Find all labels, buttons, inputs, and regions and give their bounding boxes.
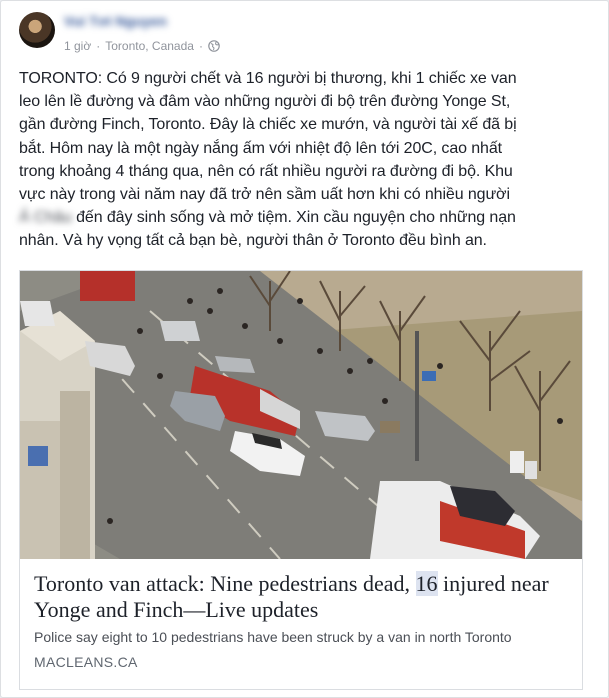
post-text-line: nhân. Và hy vọng tất cả bạn bè, người th…	[19, 232, 487, 250]
post-text-line: vực này trong vài năm nay đã trở nên sầm…	[19, 186, 510, 204]
post-meta: 1 giờ · Toronto, Canada ·	[64, 39, 220, 53]
author-name[interactable]: Vui Tơi Nguyen	[64, 13, 167, 29]
blurred-word: Á́ Châu	[19, 209, 72, 227]
post-text-line: leo lên lề đường và đâm vào những người …	[19, 93, 511, 111]
link-image[interactable]	[20, 271, 582, 559]
post-text-line: bắt. Hôm nay là một ngày nắng ấm với nhi…	[19, 139, 503, 157]
link-preview[interactable]: Toronto van attack: Nine pedestrians dea…	[19, 270, 583, 690]
post-text-line: Á́ Châu đến đây sinh sống và mở tiệm. Xi…	[19, 209, 516, 227]
post-header: Vui Tơi Nguyen 1 giờ · Toronto, Canada ·	[19, 12, 579, 56]
link-title[interactable]: Toronto van attack: Nine pedestrians dea…	[34, 571, 564, 623]
post-card: Vui Tơi Nguyen 1 giờ · Toronto, Canada ·…	[0, 0, 609, 698]
link-description: Police say eight to 10 pedestrians have …	[34, 629, 512, 645]
post-time[interactable]: 1 giờ	[64, 39, 91, 53]
post-text-line: TORONTO: Có 9 người chết và 16 người bị …	[19, 70, 517, 87]
link-domain: MACLEANS.CA	[34, 654, 138, 670]
avatar[interactable]	[19, 12, 55, 48]
globe-icon[interactable]	[208, 40, 220, 52]
link-info[interactable]: Toronto van attack: Nine pedestrians dea…	[20, 559, 582, 689]
post-text-line: gần đường Finch, Toronto. Đây là chiếc x…	[19, 116, 517, 134]
highlighted-text: 16	[415, 571, 438, 596]
post-text-line: trong khoảng 4 tháng qua, nên có rất nhi…	[19, 162, 513, 180]
post-text: TORONTO: Có 9 người chết và 16 người bị …	[19, 67, 585, 253]
post-location[interactable]: Toronto, Canada	[105, 39, 194, 53]
